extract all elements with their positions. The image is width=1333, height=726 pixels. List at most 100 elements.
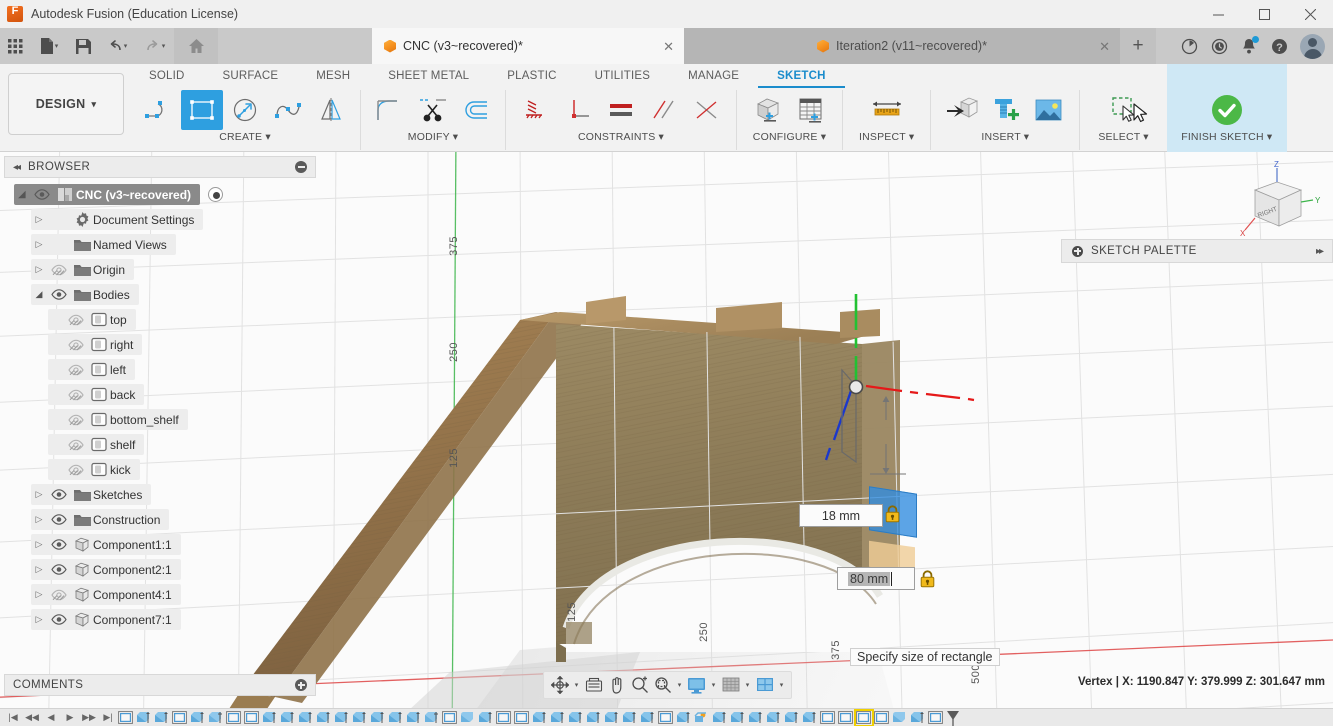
close-icon[interactable]: ✕ xyxy=(1099,39,1110,55)
browser-node-top[interactable]: top xyxy=(4,307,316,332)
timeline-playback-button[interactable]: ▶ xyxy=(61,710,79,726)
browser-node-shelf[interactable]: shelf xyxy=(4,432,316,457)
browser-node-right[interactable]: right xyxy=(4,332,316,357)
browser-node-back[interactable]: back xyxy=(4,382,316,407)
eye-hidden-icon[interactable] xyxy=(64,364,88,376)
timeline-feature[interactable] xyxy=(298,711,314,725)
view-cube[interactable]: RIGHT Z Y X xyxy=(1231,160,1323,246)
timeline-feature[interactable] xyxy=(586,711,602,725)
offset-tool[interactable] xyxy=(455,90,497,130)
browser-node-document-settings[interactable]: ▷ Document Settings xyxy=(4,207,316,232)
zoom-window-tool[interactable] xyxy=(651,672,674,698)
timeline-feature[interactable] xyxy=(910,711,926,725)
browser-node-left[interactable]: left xyxy=(4,357,316,382)
dimension-input-18mm[interactable]: 18 mm xyxy=(799,504,883,527)
home-button[interactable] xyxy=(174,28,218,64)
undo-icon[interactable]: ▾ xyxy=(98,29,136,63)
minimize-icon[interactable] xyxy=(295,161,307,173)
eye-hidden-icon[interactable] xyxy=(64,414,88,426)
workspace-switcher[interactable]: DESIGN ▾ xyxy=(8,73,124,135)
account-avatar[interactable] xyxy=(1300,33,1325,59)
display-settings[interactable] xyxy=(685,672,708,698)
timeline-feature[interactable] xyxy=(154,711,170,725)
fillet-tool[interactable] xyxy=(369,90,411,130)
timeline-feature[interactable] xyxy=(658,710,674,725)
document-tab-iteration2[interactable]: Iteration2 (v11~recovered)* ✕ xyxy=(684,28,1120,64)
expand-arrow-closed-icon[interactable]: ▷ xyxy=(31,489,47,500)
ribbon-tab-plastic[interactable]: PLASTIC xyxy=(488,64,575,88)
ribbon-tab-solid[interactable]: SOLID xyxy=(130,64,204,88)
timeline-feature[interactable] xyxy=(388,711,404,725)
perpendicular-constraint[interactable] xyxy=(557,90,599,130)
timeline-end-marker[interactable] xyxy=(947,710,959,726)
timeline-feature[interactable] xyxy=(854,708,874,726)
pan-tool[interactable] xyxy=(605,672,628,698)
expand-arrow-closed-icon[interactable]: ▷ xyxy=(31,564,47,575)
equal-constraint[interactable] xyxy=(600,90,642,130)
browser-node-component4-1[interactable]: ▷ Component4:1 xyxy=(4,582,316,607)
spline-tool[interactable] xyxy=(267,90,309,130)
midpoint-constraint[interactable] xyxy=(686,90,728,130)
browser-node-component1-1[interactable]: ▷ Component1:1 xyxy=(4,532,316,557)
trim-tool[interactable] xyxy=(412,90,454,130)
timeline-feature[interactable] xyxy=(496,710,512,725)
eye-visible-icon[interactable] xyxy=(47,564,71,575)
timeline-feature[interactable] xyxy=(208,711,224,725)
timeline-playback-button[interactable]: |◀ xyxy=(4,710,22,726)
finish-sketch-label[interactable]: FINISH SKETCH ▾ xyxy=(1181,131,1272,143)
expand-arrow-closed-icon[interactable]: ▷ xyxy=(31,239,47,250)
timeline-feature[interactable] xyxy=(172,710,188,725)
eye-visible-icon[interactable] xyxy=(47,539,71,550)
ribbon-tab-utilities[interactable]: UTILITIES xyxy=(576,64,669,88)
orbit-tool[interactable] xyxy=(548,672,571,698)
timeline-feature[interactable] xyxy=(604,711,620,725)
chevron-down-icon[interactable]: ▾ xyxy=(571,681,582,689)
timeline-feature[interactable] xyxy=(550,711,566,725)
eye-visible-icon[interactable] xyxy=(47,489,71,500)
browser-node-sketches[interactable]: ▷ Sketches xyxy=(4,482,316,507)
add-comment-icon[interactable] xyxy=(295,679,307,691)
constraints-panel-label[interactable]: CONSTRAINTS ▾ xyxy=(578,131,664,143)
expand-arrow-closed-icon[interactable]: ▷ xyxy=(31,614,47,625)
line-tool[interactable] xyxy=(138,90,180,130)
timeline-feature[interactable] xyxy=(244,710,260,725)
timeline-feature[interactable] xyxy=(730,711,746,725)
expand-arrow-open-icon[interactable]: ◢ xyxy=(14,189,30,200)
measure-tool[interactable] xyxy=(866,90,908,130)
collapse-left-icon[interactable]: ◂◂ xyxy=(13,162,21,173)
modify-panel-label[interactable]: MODIFY ▾ xyxy=(408,131,458,143)
browser-node-component7-1[interactable]: ▷ Component7:1 xyxy=(4,607,316,632)
timeline-feature[interactable] xyxy=(766,711,782,725)
eye-hidden-icon[interactable] xyxy=(64,464,88,476)
save-icon[interactable] xyxy=(68,29,98,63)
sketch-palette-panel[interactable]: SKETCH PALETTE ▸▸ xyxy=(1061,239,1333,263)
job-status-icon[interactable] xyxy=(1174,28,1204,64)
new-document-icon[interactable]: ▾ xyxy=(30,29,68,63)
circle-tool[interactable] xyxy=(224,90,266,130)
rectangle-tool[interactable] xyxy=(181,90,223,130)
timeline-feature[interactable] xyxy=(370,711,386,725)
ribbon-tab-sketch[interactable]: SKETCH xyxy=(758,64,845,88)
timeline-feature[interactable] xyxy=(748,711,764,725)
timeline-feature[interactable] xyxy=(118,710,134,725)
viewports-layout[interactable] xyxy=(753,672,776,698)
browser-node-kick[interactable]: kick xyxy=(4,457,316,482)
maximize-button[interactable] xyxy=(1241,0,1287,28)
insert-canvas-tool[interactable] xyxy=(1027,90,1069,130)
dimension-80mm-value[interactable]: 80 mm xyxy=(848,571,891,586)
expand-right-icon[interactable]: ▸▸ xyxy=(1316,246,1324,257)
timeline-feature[interactable] xyxy=(622,711,638,725)
fix-unfix-constraint[interactable] xyxy=(514,90,556,130)
chevron-down-icon[interactable]: ▾ xyxy=(55,42,59,50)
zoom-tool[interactable] xyxy=(628,672,651,698)
mirror-tool[interactable] xyxy=(310,90,352,130)
configure-body-tool[interactable] xyxy=(747,90,789,130)
timeline-playback-button[interactable]: ◀◀ xyxy=(23,710,41,726)
notifications-icon[interactable] xyxy=(1234,28,1264,64)
ribbon-tab-manage[interactable]: MANAGE xyxy=(669,64,758,88)
select-panel-label[interactable]: SELECT ▾ xyxy=(1098,131,1148,143)
document-tab-cnc[interactable]: CNC (v3~recovered)* ✕ xyxy=(372,28,684,64)
chevron-down-icon[interactable]: ▾ xyxy=(776,681,787,689)
timeline-feature[interactable] xyxy=(784,711,800,725)
green-check-icon[interactable] xyxy=(1203,90,1251,130)
